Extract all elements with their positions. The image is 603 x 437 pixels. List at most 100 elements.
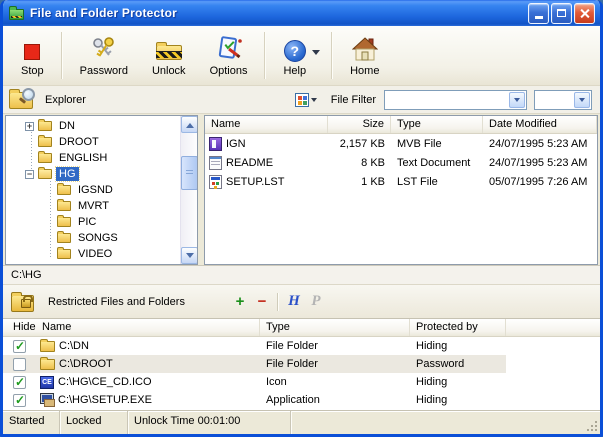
explorer-label: Explorer: [45, 94, 86, 106]
app-icon: [9, 9, 24, 20]
scrollbar-thumb[interactable]: [181, 156, 198, 190]
column-header-type[interactable]: Type: [391, 116, 483, 133]
file-row[interactable]: README 8 KB Text Document 24/07/1995 5:2…: [205, 153, 597, 172]
scroll-down-icon[interactable]: [181, 247, 198, 264]
restricted-item-type: Application: [260, 391, 410, 409]
hide-checkbox[interactable]: [13, 394, 26, 407]
tree-row[interactable]: VIDEO: [6, 246, 179, 262]
tree-row[interactable]: ENGLISH: [6, 150, 179, 166]
tree-item-label: VIDEO: [75, 247, 115, 261]
tree-row[interactable]: DROOT: [6, 134, 179, 150]
column-header-name[interactable]: Name: [36, 319, 260, 336]
column-header-hide[interactable]: Hide: [3, 319, 36, 336]
magnifier-icon: [22, 88, 35, 101]
file-date-modified: 05/07/1995 7:26 AM: [483, 176, 597, 188]
restricted-row[interactable]: C:\HG\SETUP.EXE Application Hiding: [3, 391, 600, 409]
file-name: README: [226, 157, 273, 169]
restricted-row[interactable]: C:\DN File Folder Hiding: [3, 337, 600, 355]
file-filter-combobox[interactable]: [384, 90, 527, 110]
add-restriction-button[interactable]: +: [229, 292, 251, 312]
restricted-title: Restricted Files and Folders: [48, 296, 185, 308]
column-header-date-modified[interactable]: Date Modified: [483, 116, 597, 133]
tree-item-label: SONGS: [75, 231, 121, 245]
restricted-row[interactable]: C:\DROOT File Folder Password: [3, 355, 600, 373]
extension-filter-combobox[interactable]: [534, 90, 592, 110]
restricted-toolbar: Restricted Files and Folders + − H P: [3, 285, 600, 318]
password-protection-button[interactable]: P: [305, 292, 327, 312]
minimize-button[interactable]: [528, 3, 549, 24]
tree-item-label: HG: [56, 167, 79, 181]
file-date-modified: 24/07/1995 5:23 AM: [483, 157, 597, 169]
hide-checkbox[interactable]: [13, 358, 26, 371]
current-path: C:\HG: [11, 269, 42, 281]
tree-row[interactable]: IGSND: [6, 182, 179, 198]
tree-row[interactable]: DN: [6, 118, 179, 134]
toolbar-separator: [264, 32, 266, 79]
home-button[interactable]: Home: [338, 26, 391, 85]
tree-scrollbar[interactable]: [180, 116, 197, 264]
restricted-item-name: C:\HG\CE_CD.ICO: [58, 376, 152, 388]
toolbar-separator: [61, 32, 63, 79]
restricted-item-name: C:\DROOT: [59, 358, 113, 370]
options-button[interactable]: Options: [198, 26, 260, 85]
tree-item-label: ENGLISH: [56, 151, 110, 165]
file-type: MVB File: [391, 138, 483, 150]
column-header-type[interactable]: Type: [260, 319, 410, 336]
tree-expander-icon[interactable]: [44, 250, 53, 259]
folder-icon: [38, 137, 52, 147]
restricted-item-type: File Folder: [260, 337, 410, 355]
padlock-icon: [21, 299, 31, 308]
tree-expander-icon[interactable]: [44, 186, 53, 195]
tree-row[interactable]: MVRT: [6, 198, 179, 214]
tree-expander-icon[interactable]: [44, 202, 53, 211]
combo-arrow-icon[interactable]: [509, 92, 525, 108]
hide-protection-button[interactable]: H: [283, 292, 305, 312]
unlock-button[interactable]: Unlock: [140, 26, 198, 85]
tree-expander-icon[interactable]: [25, 122, 34, 131]
file-list-header: Name Size Type Date Modified: [205, 116, 597, 134]
combo-arrow-icon[interactable]: [574, 92, 590, 108]
hide-checkbox[interactable]: [13, 340, 26, 353]
restricted-lock-folder-icon: [11, 295, 34, 312]
column-header-size[interactable]: Size: [328, 116, 391, 133]
restricted-row[interactable]: C:\HG\CE_CD.ICO Icon Hiding: [3, 373, 600, 391]
restricted-table-header: Hide Name Type Protected by: [3, 319, 600, 337]
tree-row[interactable]: PIC: [6, 214, 179, 230]
tree-row[interactable]: HG: [6, 166, 179, 182]
stop-button[interactable]: Stop: [9, 26, 56, 85]
main-panels: DN DROOT ENGLISH: [3, 114, 600, 265]
views-button[interactable]: [291, 90, 321, 110]
titlebar[interactable]: File and Folder Protector: [3, 0, 600, 26]
scroll-up-icon[interactable]: [181, 116, 198, 133]
resize-grip[interactable]: [586, 420, 599, 433]
tree-expander-icon[interactable]: [44, 218, 53, 227]
hide-checkbox[interactable]: [13, 376, 26, 389]
file-date-modified: 24/07/1995 5:23 AM: [483, 138, 597, 150]
views-grid-icon: [295, 93, 309, 107]
password-button[interactable]: Password: [68, 26, 140, 85]
status-bar: Started Locked Unlock Time 00:01:00: [3, 410, 600, 434]
close-icon: [579, 8, 590, 19]
remove-restriction-button[interactable]: −: [251, 292, 273, 312]
mvb-file-icon: [209, 137, 222, 151]
maximize-button[interactable]: [551, 3, 572, 24]
tree-expander-icon[interactable]: [44, 234, 53, 243]
tree-expander-icon[interactable]: [25, 170, 34, 179]
file-row[interactable]: IGN 2,157 KB MVB File 24/07/1995 5:23 AM: [205, 134, 597, 153]
tree-row[interactable]: SONGS: [6, 230, 179, 246]
restricted-toolbar-separator: [277, 293, 279, 311]
explorer-bar: Explorer File Filter: [3, 86, 600, 114]
help-button[interactable]: ? Help: [271, 26, 318, 85]
restricted-item-protected-by: Hiding: [410, 391, 506, 409]
tree-item-label: IGSND: [75, 183, 116, 197]
column-header-protected-by[interactable]: Protected by: [410, 319, 506, 336]
file-row[interactable]: SETUP.LST 1 KB LST File 05/07/1995 7:26 …: [205, 172, 597, 191]
tree-expander-icon[interactable]: [25, 138, 34, 147]
folder-icon: [38, 153, 52, 163]
help-dropdown-arrow-icon[interactable]: [312, 50, 320, 59]
restricted-table: Hide Name Type Protected by C:\DN File F…: [3, 318, 600, 410]
tree-expander-icon[interactable]: [25, 154, 34, 163]
close-button[interactable]: [574, 3, 595, 24]
column-header-name[interactable]: Name: [205, 116, 328, 133]
maximize-icon: [557, 9, 566, 17]
